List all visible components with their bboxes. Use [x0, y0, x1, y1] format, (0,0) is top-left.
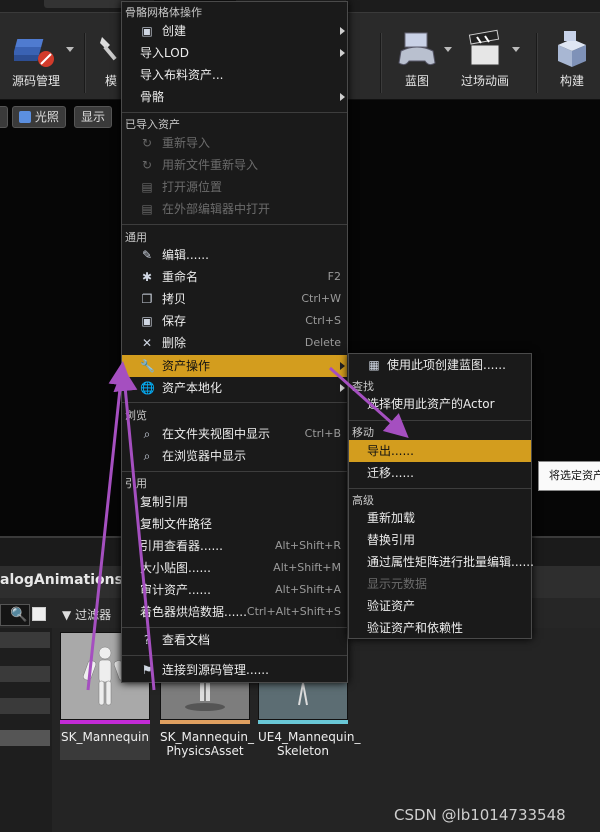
watermark: CSDN @lb1014733548 [394, 806, 566, 824]
annotation-arrows [86, 361, 409, 691]
annotation-arrow [86, 361, 133, 691]
annotation-arrow [329, 366, 409, 438]
annotation-arrow [113, 367, 156, 691]
